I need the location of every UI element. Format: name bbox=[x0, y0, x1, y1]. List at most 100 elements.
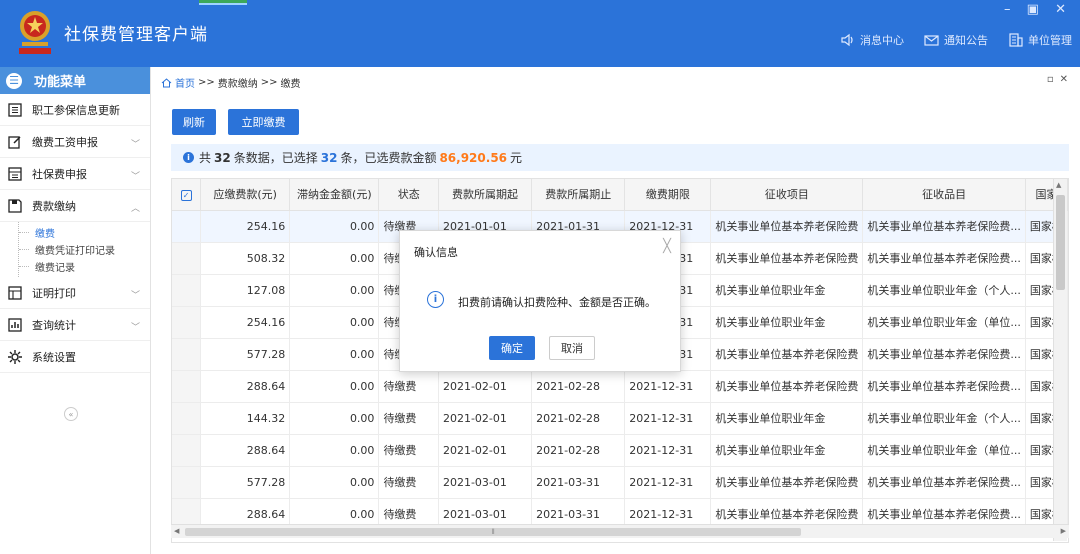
sidebar-subitem-voucher-print-log[interactable]: 缴费凭证打印记录 bbox=[19, 241, 150, 258]
sidebar-item-fee-payment[interactable]: 费款缴纳 ︿ bbox=[0, 190, 150, 222]
close-icon[interactable]: ╳ bbox=[663, 239, 671, 254]
breadcrumb-home[interactable]: 首页 bbox=[175, 75, 195, 90]
header-links: 消息中心 通知公告 单位管理 bbox=[840, 32, 1072, 48]
list-icon bbox=[8, 102, 22, 117]
row-checkbox-cell[interactable] bbox=[172, 466, 202, 499]
table-row[interactable]: 288.64 0.00 待缴费 2021-02-01 2021-02-28 2021-12… bbox=[172, 370, 1068, 403]
vertical-scrollbar[interactable]: ▲ ▼ bbox=[1053, 179, 1067, 541]
column-header[interactable]: 应缴费款(元) bbox=[200, 179, 291, 211]
breadcrumb-separator: >> bbox=[198, 77, 215, 88]
sidebar-item-label: 社保费申报 bbox=[32, 167, 87, 181]
top-tab-indicator[interactable] bbox=[199, 0, 247, 5]
sidebar-item-wage-declare[interactable]: 缴费工资申报 ﹀ bbox=[0, 126, 150, 158]
column-header[interactable]: 征收项目 bbox=[710, 179, 864, 211]
sidebar: ☰ 功能菜单 职工参保信息更新 缴费工资申报 ﹀ 社保费申报 ﹀ 费款缴纳 ︿ … bbox=[0, 67, 151, 554]
org-management-link[interactable]: 单位管理 bbox=[1008, 32, 1072, 48]
sidebar-item-query-stats[interactable]: 查询统计 ﹀ bbox=[0, 309, 150, 341]
sidebar-title: 功能菜单 bbox=[34, 75, 87, 90]
table-row[interactable]: 577.28 0.00 待缴费 2021-03-01 2021-03-31 2021-12… bbox=[172, 466, 1068, 499]
chevron-down-icon: ﹀ bbox=[130, 291, 140, 301]
table-cell: 508.32 bbox=[200, 242, 291, 275]
table-cell: 机关事业单位职业年金 bbox=[710, 434, 864, 467]
table-cell: 机关事业单位基本养老保险费... bbox=[862, 370, 1026, 403]
sidebar-subitem-payment-records[interactable]: 缴费记录 bbox=[19, 258, 150, 275]
refresh-button[interactable]: 刷新 bbox=[172, 109, 216, 135]
pay-now-button[interactable]: 立即缴费 bbox=[228, 109, 299, 135]
confirm-ok-button[interactable]: 确定 bbox=[489, 336, 535, 360]
row-checkbox-cell[interactable] bbox=[172, 370, 202, 403]
scroll-left-icon[interactable]: ◀ bbox=[174, 527, 179, 535]
row-checkbox-cell[interactable] bbox=[172, 274, 202, 307]
table-cell: 机关事业单位基本养老保险费 bbox=[710, 370, 864, 403]
table-cell: 机关事业单位职业年金（个人... bbox=[862, 274, 1026, 307]
table-cell: 127.08 bbox=[200, 274, 291, 307]
app-title: 社保费管理客户端 bbox=[64, 25, 208, 45]
summary-selected: 32 bbox=[320, 150, 338, 165]
column-header[interactable]: 缴费期限 bbox=[624, 179, 712, 211]
summary-bar: i 共 32 条数据，已选择 32 条，已选费款金额 86,920.56 元 bbox=[171, 144, 1069, 171]
summary-amount: 86,920.56 bbox=[439, 150, 508, 165]
notice-label: 通知公告 bbox=[944, 34, 988, 47]
sidebar-item-certificate-print[interactable]: 证明打印 ﹀ bbox=[0, 277, 150, 309]
column-header[interactable]: 滞纳金金额(元) bbox=[289, 179, 380, 211]
table-row[interactable]: 288.64 0.00 待缴费 2021-02-01 2021-02-28 2021-12… bbox=[172, 434, 1068, 467]
table-cell: 待缴费 bbox=[378, 434, 439, 467]
table-header-row: ✓ 应缴费款(元) 滞纳金金额(元) 状态 费款所属期起 费款所属期止 缴费期限… bbox=[172, 179, 1068, 211]
info-circle-icon: i bbox=[427, 291, 444, 308]
chevron-down-icon: ﹀ bbox=[130, 172, 140, 182]
table-cell: 288.64 bbox=[200, 370, 291, 403]
speaker-icon bbox=[841, 33, 853, 47]
home-icon bbox=[161, 77, 172, 87]
sidebar-subitem-pay[interactable]: 缴费 bbox=[19, 224, 150, 241]
table-cell: 577.28 bbox=[200, 466, 291, 499]
scrollbar-thumb[interactable]: ⦀ bbox=[185, 528, 801, 536]
table-cell: 288.64 bbox=[200, 434, 291, 467]
table-row[interactable]: 144.32 0.00 待缴费 2021-02-01 2021-02-28 2021-12… bbox=[172, 402, 1068, 435]
breadcrumb: 首页 >> 费款缴纳 >> 缴费 bbox=[161, 75, 301, 90]
message-center-label: 消息中心 bbox=[860, 34, 904, 47]
row-checkbox-cell[interactable] bbox=[172, 242, 202, 275]
row-checkbox-cell[interactable] bbox=[172, 210, 202, 243]
sidebar-item-label: 系统设置 bbox=[32, 350, 76, 364]
app-header: 社保费管理客户端 – ▣ ✕ 消息中心 通知公告 单位管理 bbox=[0, 0, 1080, 67]
row-checkbox-cell[interactable] bbox=[172, 338, 202, 371]
row-checkbox-cell[interactable] bbox=[172, 402, 202, 435]
form-icon bbox=[8, 166, 22, 181]
column-header[interactable]: 征收品目 bbox=[862, 179, 1026, 211]
table-cell: 2021-12-31 bbox=[624, 402, 712, 435]
table-cell: 机关事业单位基本养老保险费... bbox=[862, 242, 1026, 275]
summary-mid2: 条，已选费款金额 bbox=[340, 151, 437, 165]
confirm-cancel-button[interactable]: 取消 bbox=[549, 336, 595, 360]
tab-window-controls[interactable]: ▫✕ bbox=[1047, 74, 1074, 85]
table-cell: 0.00 bbox=[289, 466, 380, 499]
column-header[interactable]: 状态 bbox=[378, 179, 439, 211]
table-cell: 2021-02-01 bbox=[438, 370, 533, 403]
column-header[interactable]: 费款所属期止 bbox=[531, 179, 626, 211]
table-cell: 254.16 bbox=[200, 210, 291, 243]
table-cell: 2021-12-31 bbox=[624, 434, 712, 467]
sidebar-item-social-fee-declare[interactable]: 社保费申报 ﹀ bbox=[0, 158, 150, 190]
sidebar-item-system-settings[interactable]: 系统设置 bbox=[0, 341, 150, 373]
message-center-link[interactable]: 消息中心 bbox=[840, 32, 904, 48]
notice-link[interactable]: 通知公告 bbox=[924, 32, 988, 48]
row-checkbox-cell[interactable] bbox=[172, 306, 202, 339]
table-cell: 0.00 bbox=[289, 402, 380, 435]
breadcrumb-current: 缴费 bbox=[280, 79, 301, 90]
table-cell: 577.28 bbox=[200, 338, 291, 371]
select-all-checkbox[interactable]: ✓ bbox=[172, 179, 202, 211]
scroll-right-icon[interactable]: ▶ bbox=[1061, 527, 1066, 535]
table-cell: 机关事业单位职业年金 bbox=[710, 402, 864, 435]
sidebar-item-label: 费款缴纳 bbox=[32, 199, 76, 213]
scrollbar-thumb[interactable] bbox=[1056, 195, 1065, 290]
breadcrumb-fee-payment[interactable]: 费款缴纳 bbox=[218, 75, 258, 90]
horizontal-scrollbar[interactable]: ◀ ⦀ ▶ bbox=[171, 524, 1069, 538]
table-cell: 机关事业单位职业年金（单位... bbox=[862, 306, 1026, 339]
scroll-up-icon[interactable]: ▲ bbox=[1056, 181, 1061, 189]
sidebar-item-employee-info[interactable]: 职工参保信息更新 bbox=[0, 94, 150, 126]
sidebar-collapse-button[interactable]: « bbox=[64, 407, 78, 421]
row-checkbox-cell[interactable] bbox=[172, 434, 202, 467]
table-cell: 2021-02-01 bbox=[438, 402, 533, 435]
column-header[interactable]: 费款所属期起 bbox=[438, 179, 533, 211]
table-cell: 2021-12-31 bbox=[624, 466, 712, 499]
window-controls[interactable]: – ▣ ✕ bbox=[1004, 2, 1072, 17]
